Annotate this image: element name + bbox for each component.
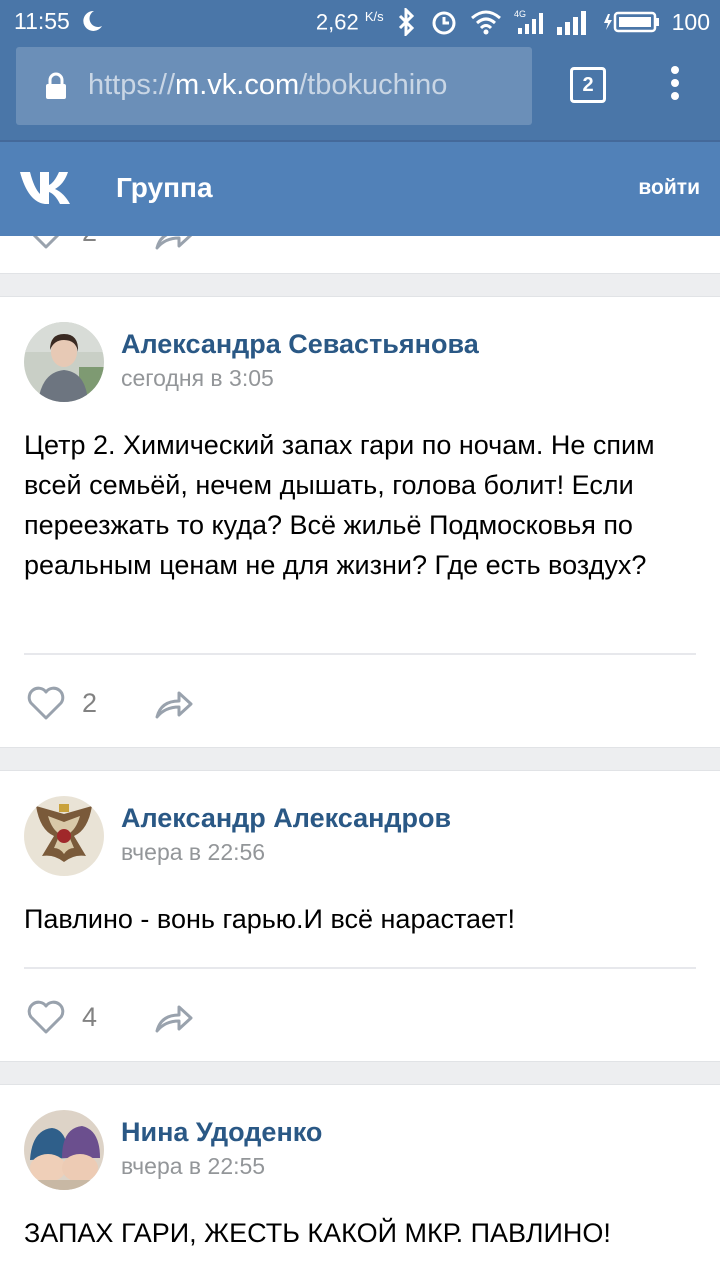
url-host: m.vk.com	[175, 69, 300, 101]
address-bar[interactable]: https://m.vk.com/tbokuchino	[16, 47, 532, 125]
battery-level: 100	[671, 8, 710, 35]
address-url[interactable]: https://m.vk.com/tbokuchino	[88, 69, 447, 102]
post-author[interactable]: Александр Александров	[121, 803, 451, 834]
post-date[interactable]: сегодня в 3:05	[121, 365, 274, 392]
signal-4g-icon: 4G	[514, 9, 543, 34]
vk-header: Группа войти	[0, 140, 720, 236]
post-divider	[24, 653, 696, 655]
avatar[interactable]	[24, 1110, 104, 1190]
heart-icon	[27, 686, 65, 720]
avatar[interactable]	[24, 796, 104, 876]
post-divider	[24, 967, 696, 969]
wall-post: Нина Удоденко вчера в 22:55 ЗАПАХ ГАРИ, …	[0, 1084, 720, 1280]
user-photo-icon	[24, 322, 104, 402]
wall-post: Александра Севастьянова сегодня в 3:05 Ц…	[0, 296, 720, 748]
babies-photo-icon	[24, 1110, 104, 1190]
battery-icon	[603, 11, 659, 33]
post-author[interactable]: Александра Севастьянова	[121, 329, 479, 360]
post-author[interactable]: Нина Удоденко	[121, 1117, 322, 1148]
svg-text:4G: 4G	[514, 9, 526, 19]
post-text: ЗАПАХ ГАРИ, ЖЕСТЬ КАКОЙ МКР. ПАВЛИНО!	[24, 1218, 611, 1248]
bluetooth-icon	[398, 8, 414, 36]
tabs-button[interactable]: 2	[570, 67, 606, 103]
like-button[interactable]: 2	[26, 685, 97, 721]
like-count: 2	[82, 687, 98, 718]
alarm-icon	[432, 11, 456, 35]
post-text: Цетр 2. Химический запах гари по ночам. …	[24, 430, 655, 580]
like-button[interactable]: 2	[26, 236, 97, 250]
network-speed-unit: K/s	[364, 8, 384, 24]
share-icon[interactable]	[153, 1001, 195, 1035]
url-scheme: https://	[88, 69, 176, 101]
heart-icon	[27, 1000, 65, 1034]
lock-icon	[46, 72, 66, 99]
signal-icon	[556, 11, 586, 35]
menu-dot-icon	[671, 92, 679, 100]
share-icon[interactable]	[153, 236, 195, 252]
post-date[interactable]: вчера в 22:55	[121, 1153, 265, 1180]
wall-feed: 2 Александра Севастьянова сегодня в 3:05…	[0, 236, 720, 1280]
vk-logo-icon[interactable]	[18, 168, 80, 208]
wall-post: Александр Александров вчера в 22:56 Павл…	[0, 770, 720, 1062]
overflow-menu-button[interactable]	[663, 66, 687, 106]
page-title: Группа	[116, 172, 213, 203]
wifi-icon	[470, 10, 501, 35]
browser-toolbar: https://m.vk.com/tbokuchino 2	[0, 44, 720, 140]
heart-icon	[32, 236, 60, 249]
post-text: Павлино - вонь гарью.И всё нарастает!	[24, 904, 516, 934]
status-time: 11:55	[14, 8, 70, 34]
login-link[interactable]: войти	[638, 176, 700, 200]
avatar[interactable]	[24, 322, 104, 402]
like-count: 4	[82, 1001, 98, 1032]
like-button[interactable]: 4	[26, 999, 97, 1035]
post-date[interactable]: вчера в 22:56	[121, 839, 265, 866]
status-indicators: 2,62 K/s 4G 100	[316, 6, 710, 38]
emblem-photo-icon	[24, 796, 104, 876]
partial-post: 2	[0, 236, 720, 274]
url-path: /tbokuchino	[299, 69, 448, 101]
share-icon[interactable]	[153, 687, 195, 721]
menu-dot-icon	[671, 79, 679, 87]
network-speed: 2,62	[315, 9, 359, 35]
status-bar: 11:55 2,62 K/s 4G 100	[0, 0, 720, 44]
menu-dot-icon	[671, 66, 679, 74]
like-count: 2	[82, 236, 97, 248]
moon-icon	[83, 10, 102, 31]
